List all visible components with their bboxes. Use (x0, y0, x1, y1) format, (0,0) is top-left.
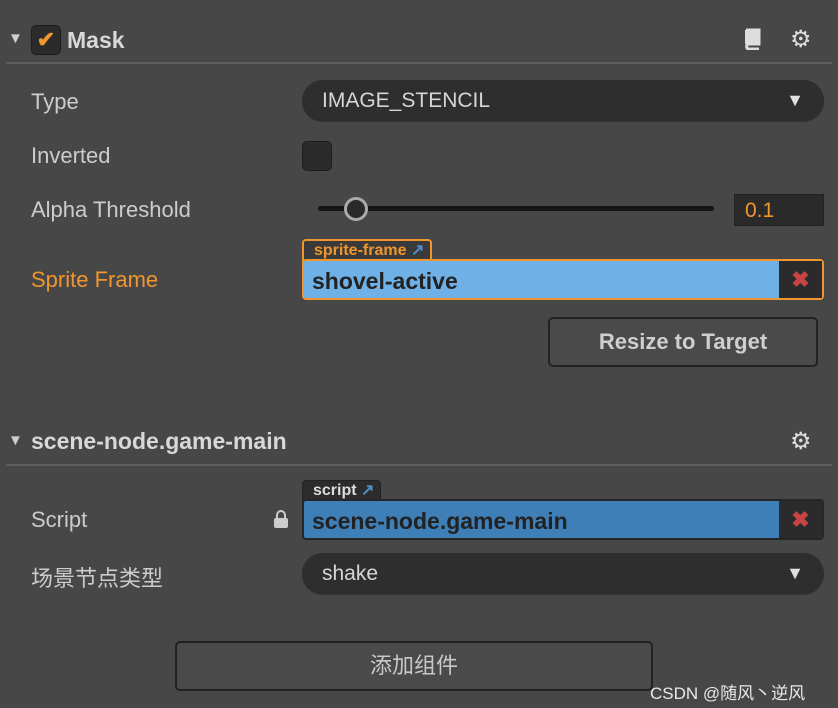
sprite-frame-tag-text: sprite-frame (314, 242, 407, 259)
divider (6, 62, 832, 64)
scene-type-dropdown[interactable]: shake ▼ (302, 553, 824, 594)
sprite-frame-tag[interactable]: sprite-frame ↗ (302, 239, 433, 261)
type-label: Type (31, 89, 79, 114)
dropdown-arrow-icon: ▼ (786, 563, 804, 583)
mask-enabled-checkbox[interactable]: ✔ (31, 25, 61, 55)
alpha-threshold-label: Alpha Threshold (31, 197, 191, 222)
script-value: scene-node.game-main (312, 508, 568, 534)
script-field[interactable]: scene-node.game-main ✖ (302, 499, 824, 540)
collapse-mask-icon[interactable]: ▼ (8, 30, 23, 47)
script-component-title: scene-node.game-main (31, 428, 287, 454)
type-value: IMAGE_STENCIL (322, 89, 491, 112)
sprite-frame-field[interactable]: shovel-active ✖ (302, 259, 824, 300)
inverted-label: Inverted (31, 143, 111, 168)
divider (6, 464, 832, 466)
gear-icon[interactable]: ⚙ (790, 25, 812, 54)
type-dropdown[interactable]: IMAGE_STENCIL ▼ (302, 80, 824, 121)
mask-title: Mask (67, 27, 125, 53)
inverted-checkbox[interactable] (302, 141, 332, 171)
alpha-input[interactable]: 0.1 (734, 194, 824, 226)
resize-to-target-button[interactable]: Resize to Target (548, 317, 818, 367)
collapse-script-icon[interactable]: ▼ (8, 432, 23, 449)
alpha-slider-thumb[interactable] (344, 197, 368, 221)
gear-icon[interactable]: ⚙ (790, 427, 812, 456)
scene-type-value: shake (322, 562, 379, 585)
external-link-icon[interactable]: ↗ (361, 482, 374, 499)
script-label: Script (31, 507, 88, 532)
dropdown-arrow-icon: ▼ (786, 90, 804, 110)
sprite-frame-label: Sprite Frame (31, 267, 159, 292)
sprite-frame-value: shovel-active (312, 268, 458, 294)
alpha-slider-track[interactable] (318, 206, 714, 211)
remove-icon[interactable]: ✖ (779, 501, 822, 538)
watermark: CSDN @随风丶逆风 (650, 684, 806, 703)
add-component-button[interactable]: 添加组件 (175, 641, 653, 691)
external-link-icon[interactable]: ↗ (411, 242, 424, 259)
script-tag-text: script (313, 482, 357, 499)
remove-icon[interactable]: ✖ (779, 261, 822, 298)
alpha-value: 0.1 (745, 199, 775, 222)
lock-icon (274, 510, 288, 528)
scene-type-label: 场景节点类型 (31, 566, 164, 591)
book-icon[interactable] (740, 28, 762, 50)
